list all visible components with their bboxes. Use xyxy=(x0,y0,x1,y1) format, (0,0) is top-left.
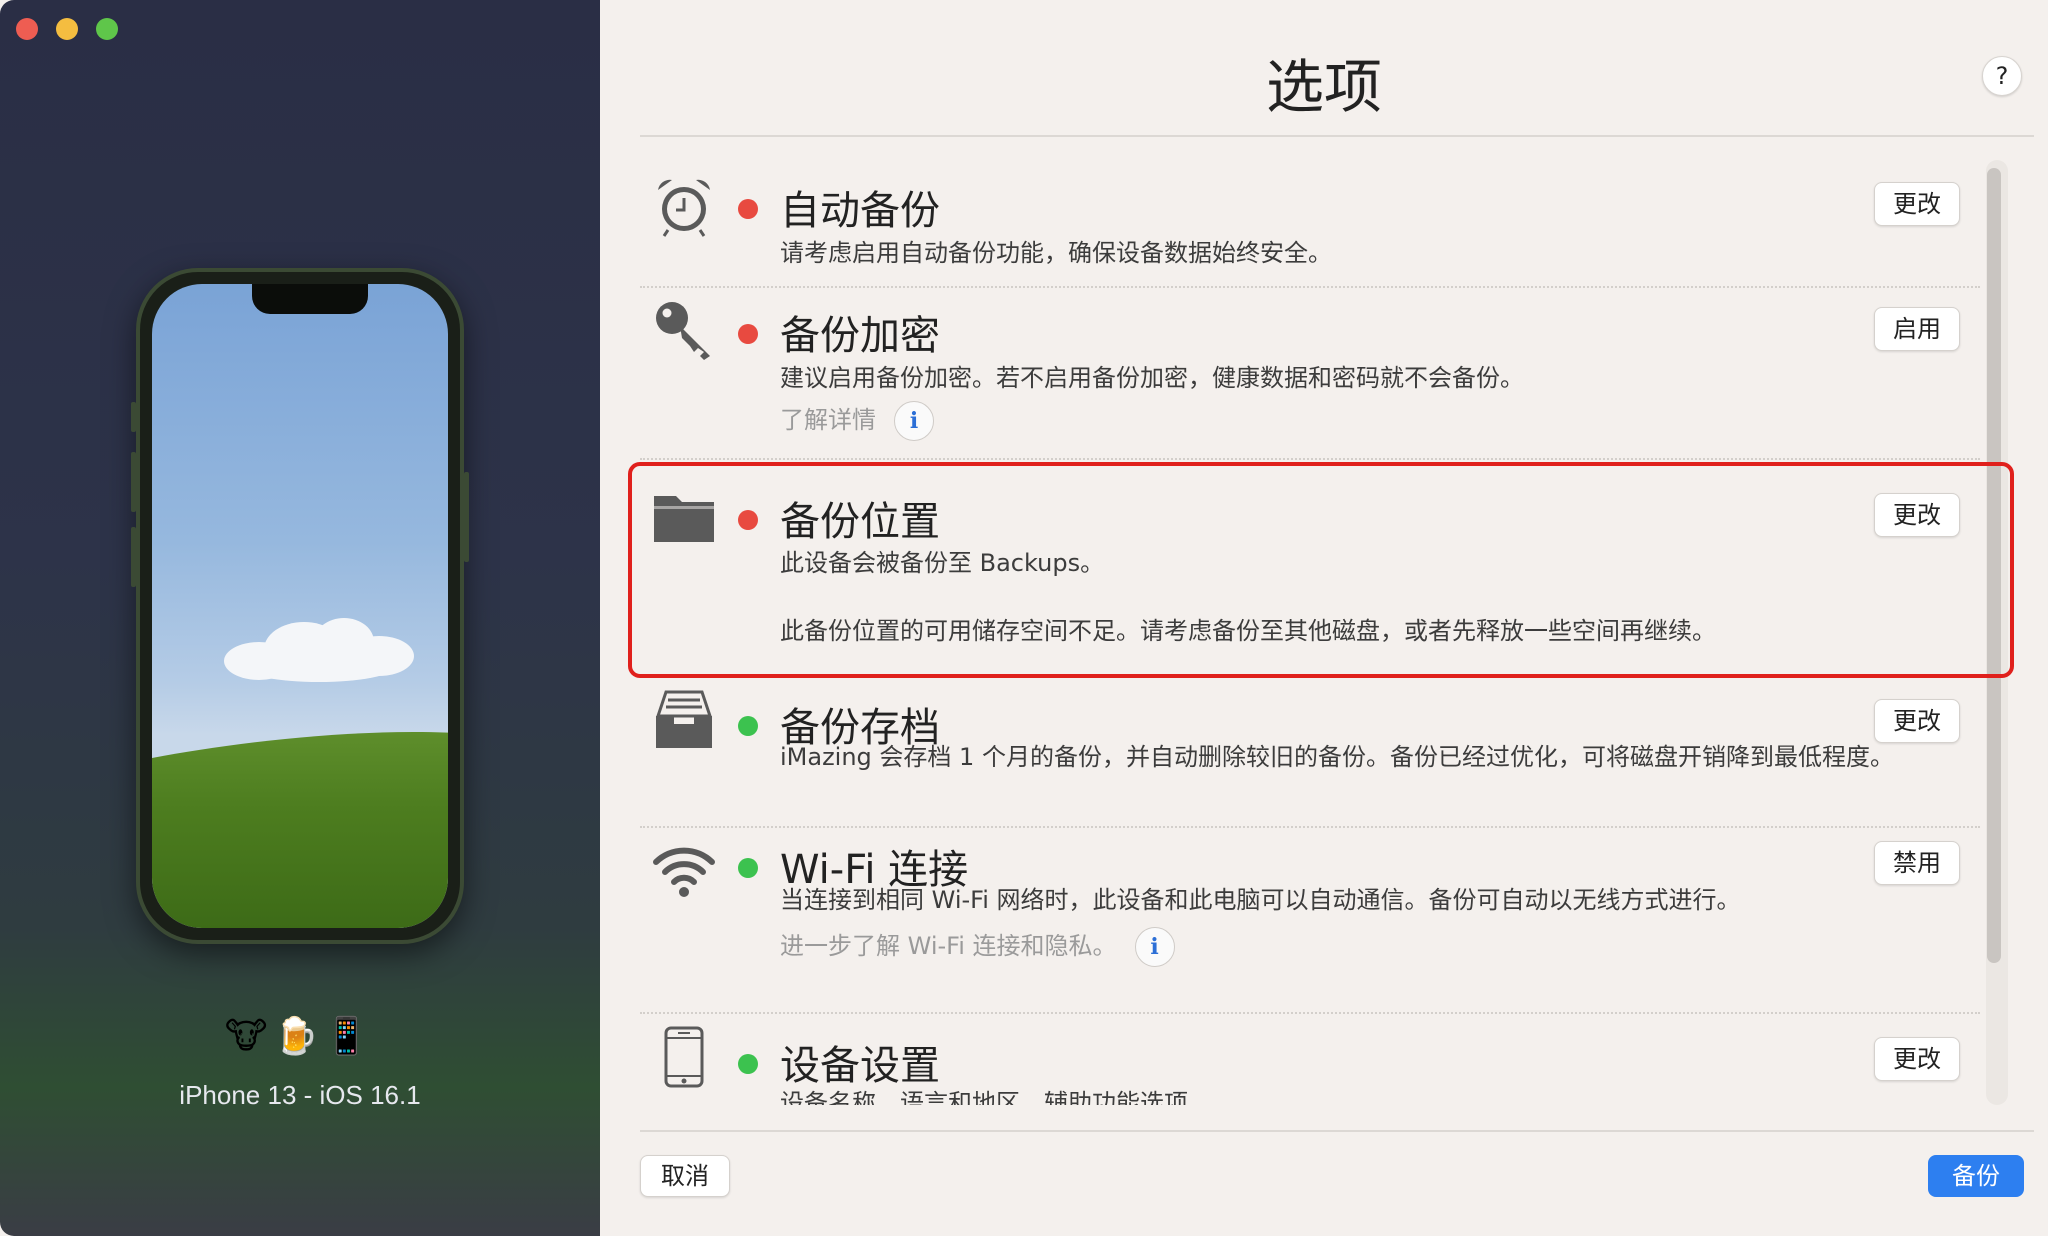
device-name-label: iPhone 13 - iOS 16.1 xyxy=(179,1080,421,1110)
key-icon xyxy=(656,302,710,360)
annotation-highlight-box xyxy=(628,462,2014,678)
option-description: 建议启用备份加密。若不启用备份加密，健康数据和密码就不会备份。 xyxy=(780,364,1524,392)
device-sidebar: 🐮🍺📱 iPhone 13 - iOS 16.1 xyxy=(0,0,600,1236)
option-title: 备份加密 xyxy=(780,313,940,359)
option-description: 设备名称、语言和地区、辅助功能选项 xyxy=(780,1089,1188,1105)
wifi-icon xyxy=(653,847,715,897)
app-window: 🐮🍺📱 iPhone 13 - iOS 16.1 选项 ? 自动备份 请考虑启用 xyxy=(0,0,2048,1236)
option-row-wifi: Wi-Fi 连接 当连接到相同 Wi-Fi 网络时，此设备和此电脑可以自动通信。… xyxy=(640,828,1980,1008)
close-window-button[interactable] xyxy=(16,18,38,40)
status-dot-green xyxy=(738,1054,758,1074)
zoom-window-button[interactable] xyxy=(96,18,118,40)
option-description: 当连接到相同 Wi-Fi 网络时，此设备和此电脑可以自动通信。备份可自动以无线方… xyxy=(780,886,1741,914)
phone-notch xyxy=(252,284,368,314)
phone-outline-icon xyxy=(664,1026,704,1088)
help-button[interactable]: ? xyxy=(1982,56,2022,96)
learn-more-row: 进一步了解 Wi-Fi 连接和隐私。 i xyxy=(780,926,1175,967)
option-row-auto-backup: 自动备份 请考虑启用自动备份功能，确保设备数据始终安全。 更改 xyxy=(640,160,1980,286)
device-wallpaper xyxy=(152,284,448,928)
grass-hill-graphic xyxy=(152,728,448,928)
wifi-disable-button[interactable]: 禁用 xyxy=(1874,841,1960,885)
learn-more-row: 了解详情 i xyxy=(780,400,934,441)
learn-more-link[interactable]: 了解详情 xyxy=(780,406,876,434)
option-title: 设备设置 xyxy=(780,1043,940,1089)
backup-button[interactable]: 备份 xyxy=(1928,1155,2024,1197)
option-row-device-settings: 设备设置 设备名称、语言和地区、辅助功能选项 更改 xyxy=(640,1014,1980,1105)
wifi-privacy-link[interactable]: 进一步了解 Wi-Fi 连接和隐私。 xyxy=(780,932,1117,960)
page-title: 选项 xyxy=(1265,53,1382,121)
device-emoji-tags: 🐮🍺📱 xyxy=(224,1016,376,1057)
device-image xyxy=(131,268,469,944)
minimize-window-button[interactable] xyxy=(56,18,78,40)
status-dot-red xyxy=(738,324,758,344)
info-icon[interactable]: i xyxy=(1134,927,1175,967)
archive-tray-icon xyxy=(655,690,713,748)
option-title: 自动备份 xyxy=(780,188,940,234)
alarm-clock-icon xyxy=(658,179,710,237)
encryption-enable-button[interactable]: 启用 xyxy=(1874,307,1960,351)
option-description: 请考虑启用自动备份功能，确保设备数据始终安全。 xyxy=(780,239,1332,267)
device-settings-change-button[interactable]: 更改 xyxy=(1874,1037,1960,1081)
archive-change-button[interactable]: 更改 xyxy=(1874,699,1960,743)
status-dot-green xyxy=(738,716,758,736)
option-row-archive: 备份存档 iMazing 会存档 1 个月的备份，并自动删除较旧的备份。备份已经… xyxy=(640,680,1980,825)
auto-backup-change-button[interactable]: 更改 xyxy=(1874,182,1960,226)
info-icon[interactable]: i xyxy=(894,401,934,441)
title-divider xyxy=(640,135,2034,137)
status-dot-red xyxy=(738,199,758,219)
option-row-encryption: 备份加密 建议启用备份加密。若不启用备份加密，健康数据和密码就不会备份。 了解详… xyxy=(640,288,1980,458)
cloud-graphic xyxy=(214,614,424,684)
cancel-button[interactable]: 取消 xyxy=(640,1155,730,1197)
status-dot-green xyxy=(738,858,758,878)
footer-divider xyxy=(640,1130,2034,1132)
option-description: iMazing 会存档 1 个月的备份，并自动删除较旧的备份。备份已经过优化，可… xyxy=(780,743,1894,771)
